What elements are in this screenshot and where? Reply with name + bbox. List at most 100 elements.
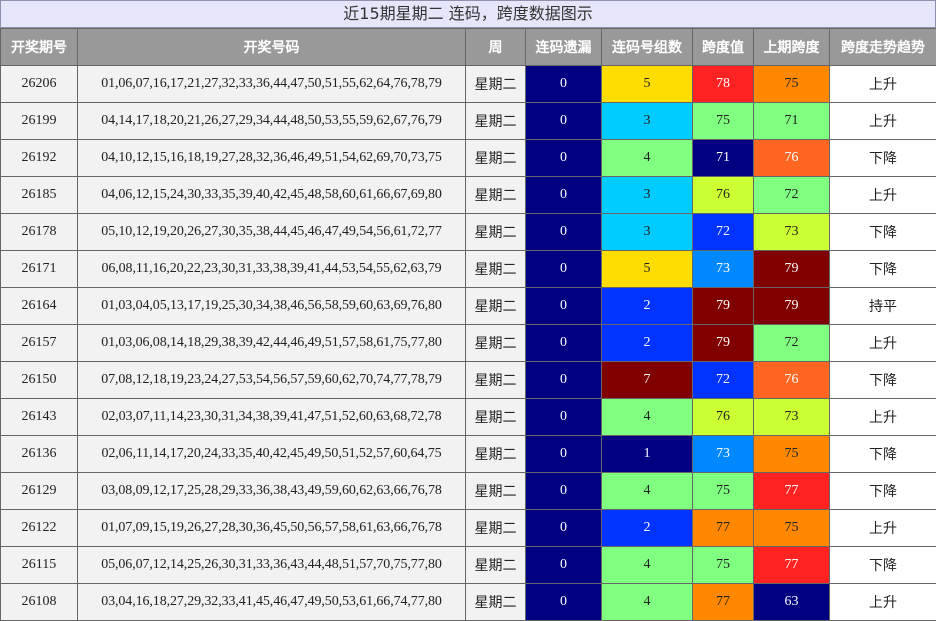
table-row: 2618504,06,12,15,24,30,33,35,39,40,42,45… bbox=[1, 177, 936, 214]
header-weekday: 周 bbox=[466, 29, 526, 66]
trend-cell: 上升 bbox=[830, 66, 936, 103]
weekday-cell: 星期二 bbox=[466, 510, 526, 547]
span-cell: 79 bbox=[693, 325, 754, 362]
span-cell: 77 bbox=[693, 510, 754, 547]
miss-cell: 0 bbox=[526, 251, 602, 288]
table-row: 2616401,03,04,05,13,17,19,25,30,34,38,46… bbox=[1, 288, 936, 325]
groups-cell: 4 bbox=[602, 584, 693, 621]
trend-cell: 上升 bbox=[830, 325, 936, 362]
trend-cell: 下降 bbox=[830, 473, 936, 510]
prev-span-cell: 77 bbox=[754, 473, 830, 510]
miss-cell: 0 bbox=[526, 103, 602, 140]
span-cell: 75 bbox=[693, 103, 754, 140]
groups-cell: 3 bbox=[602, 177, 693, 214]
issue-cell: 26192 bbox=[1, 140, 78, 177]
prev-span-cell: 73 bbox=[754, 214, 830, 251]
weekday-cell: 星期二 bbox=[466, 66, 526, 103]
issue-cell: 26199 bbox=[1, 103, 78, 140]
span-cell: 78 bbox=[693, 66, 754, 103]
miss-cell: 0 bbox=[526, 473, 602, 510]
miss-cell: 0 bbox=[526, 399, 602, 436]
numbers-cell: 04,14,17,18,20,21,26,27,29,34,44,48,50,5… bbox=[78, 103, 466, 140]
groups-cell: 2 bbox=[602, 510, 693, 547]
numbers-cell: 01,03,06,08,14,18,29,38,39,42,44,46,49,5… bbox=[78, 325, 466, 362]
issue-cell: 26164 bbox=[1, 288, 78, 325]
issue-cell: 26206 bbox=[1, 66, 78, 103]
table-row: 2619904,14,17,18,20,21,26,27,29,34,44,48… bbox=[1, 103, 936, 140]
weekday-cell: 星期二 bbox=[466, 103, 526, 140]
numbers-cell: 06,08,11,16,20,22,23,30,31,33,38,39,41,4… bbox=[78, 251, 466, 288]
span-cell: 72 bbox=[693, 362, 754, 399]
table-row: 2612201,07,09,15,19,26,27,28,30,36,45,50… bbox=[1, 510, 936, 547]
span-cell: 72 bbox=[693, 214, 754, 251]
issue-cell: 26150 bbox=[1, 362, 78, 399]
weekday-cell: 星期二 bbox=[466, 473, 526, 510]
weekday-cell: 星期二 bbox=[466, 436, 526, 473]
span-cell: 71 bbox=[693, 140, 754, 177]
page-title: 近15期星期二 连码，跨度数据图示 bbox=[0, 0, 936, 28]
header-row: 开奖期号 开奖号码 周 连码遗漏 连码号组数 跨度值 上期跨度 跨度走势趋势 bbox=[1, 29, 936, 66]
numbers-cell: 05,10,12,19,20,26,27,30,35,38,44,45,46,4… bbox=[78, 214, 466, 251]
groups-cell: 3 bbox=[602, 103, 693, 140]
weekday-cell: 星期二 bbox=[466, 399, 526, 436]
groups-cell: 4 bbox=[602, 140, 693, 177]
prev-span-cell: 75 bbox=[754, 436, 830, 473]
span-cell: 73 bbox=[693, 436, 754, 473]
miss-cell: 0 bbox=[526, 584, 602, 621]
header-prev-span: 上期跨度 bbox=[754, 29, 830, 66]
issue-cell: 26136 bbox=[1, 436, 78, 473]
span-cell: 76 bbox=[693, 177, 754, 214]
issue-cell: 26185 bbox=[1, 177, 78, 214]
prev-span-cell: 76 bbox=[754, 140, 830, 177]
miss-cell: 0 bbox=[526, 66, 602, 103]
groups-cell: 2 bbox=[602, 288, 693, 325]
miss-cell: 0 bbox=[526, 288, 602, 325]
weekday-cell: 星期二 bbox=[466, 584, 526, 621]
issue-cell: 26178 bbox=[1, 214, 78, 251]
trend-cell: 上升 bbox=[830, 510, 936, 547]
numbers-cell: 01,06,07,16,17,21,27,32,33,36,44,47,50,5… bbox=[78, 66, 466, 103]
numbers-cell: 02,03,07,11,14,23,30,31,34,38,39,41,47,5… bbox=[78, 399, 466, 436]
header-miss: 连码遗漏 bbox=[526, 29, 602, 66]
trend-cell: 上升 bbox=[830, 399, 936, 436]
numbers-cell: 04,10,12,15,16,18,19,27,28,32,36,46,49,5… bbox=[78, 140, 466, 177]
trend-cell: 上升 bbox=[830, 103, 936, 140]
trend-cell: 持平 bbox=[830, 288, 936, 325]
groups-cell: 5 bbox=[602, 251, 693, 288]
numbers-cell: 03,04,16,18,27,29,32,33,41,45,46,47,49,5… bbox=[78, 584, 466, 621]
span-cell: 77 bbox=[693, 584, 754, 621]
numbers-cell: 03,08,09,12,17,25,28,29,33,36,38,43,49,5… bbox=[78, 473, 466, 510]
weekday-cell: 星期二 bbox=[466, 547, 526, 584]
prev-span-cell: 79 bbox=[754, 251, 830, 288]
numbers-cell: 01,07,09,15,19,26,27,28,30,36,45,50,56,5… bbox=[78, 510, 466, 547]
miss-cell: 0 bbox=[526, 547, 602, 584]
numbers-cell: 07,08,12,18,19,23,24,27,53,54,56,57,59,6… bbox=[78, 362, 466, 399]
span-cell: 75 bbox=[693, 473, 754, 510]
prev-span-cell: 71 bbox=[754, 103, 830, 140]
prev-span-cell: 73 bbox=[754, 399, 830, 436]
groups-cell: 4 bbox=[602, 473, 693, 510]
header-issue: 开奖期号 bbox=[1, 29, 78, 66]
table-row: 2620601,06,07,16,17,21,27,32,33,36,44,47… bbox=[1, 66, 936, 103]
groups-cell: 5 bbox=[602, 66, 693, 103]
numbers-cell: 01,03,04,05,13,17,19,25,30,34,38,46,56,5… bbox=[78, 288, 466, 325]
trend-cell: 下降 bbox=[830, 547, 936, 584]
prev-span-cell: 76 bbox=[754, 362, 830, 399]
prev-span-cell: 77 bbox=[754, 547, 830, 584]
miss-cell: 0 bbox=[526, 510, 602, 547]
prev-span-cell: 63 bbox=[754, 584, 830, 621]
issue-cell: 26108 bbox=[1, 584, 78, 621]
span-cell: 73 bbox=[693, 251, 754, 288]
groups-cell: 4 bbox=[602, 547, 693, 584]
numbers-cell: 05,06,07,12,14,25,26,30,31,33,36,43,44,4… bbox=[78, 547, 466, 584]
issue-cell: 26157 bbox=[1, 325, 78, 362]
trend-cell: 上升 bbox=[830, 584, 936, 621]
groups-cell: 7 bbox=[602, 362, 693, 399]
prev-span-cell: 75 bbox=[754, 66, 830, 103]
prev-span-cell: 72 bbox=[754, 177, 830, 214]
table-row: 2617805,10,12,19,20,26,27,30,35,38,44,45… bbox=[1, 214, 936, 251]
miss-cell: 0 bbox=[526, 177, 602, 214]
trend-cell: 上升 bbox=[830, 177, 936, 214]
trend-cell: 下降 bbox=[830, 214, 936, 251]
table-row: 2612903,08,09,12,17,25,28,29,33,36,38,43… bbox=[1, 473, 936, 510]
